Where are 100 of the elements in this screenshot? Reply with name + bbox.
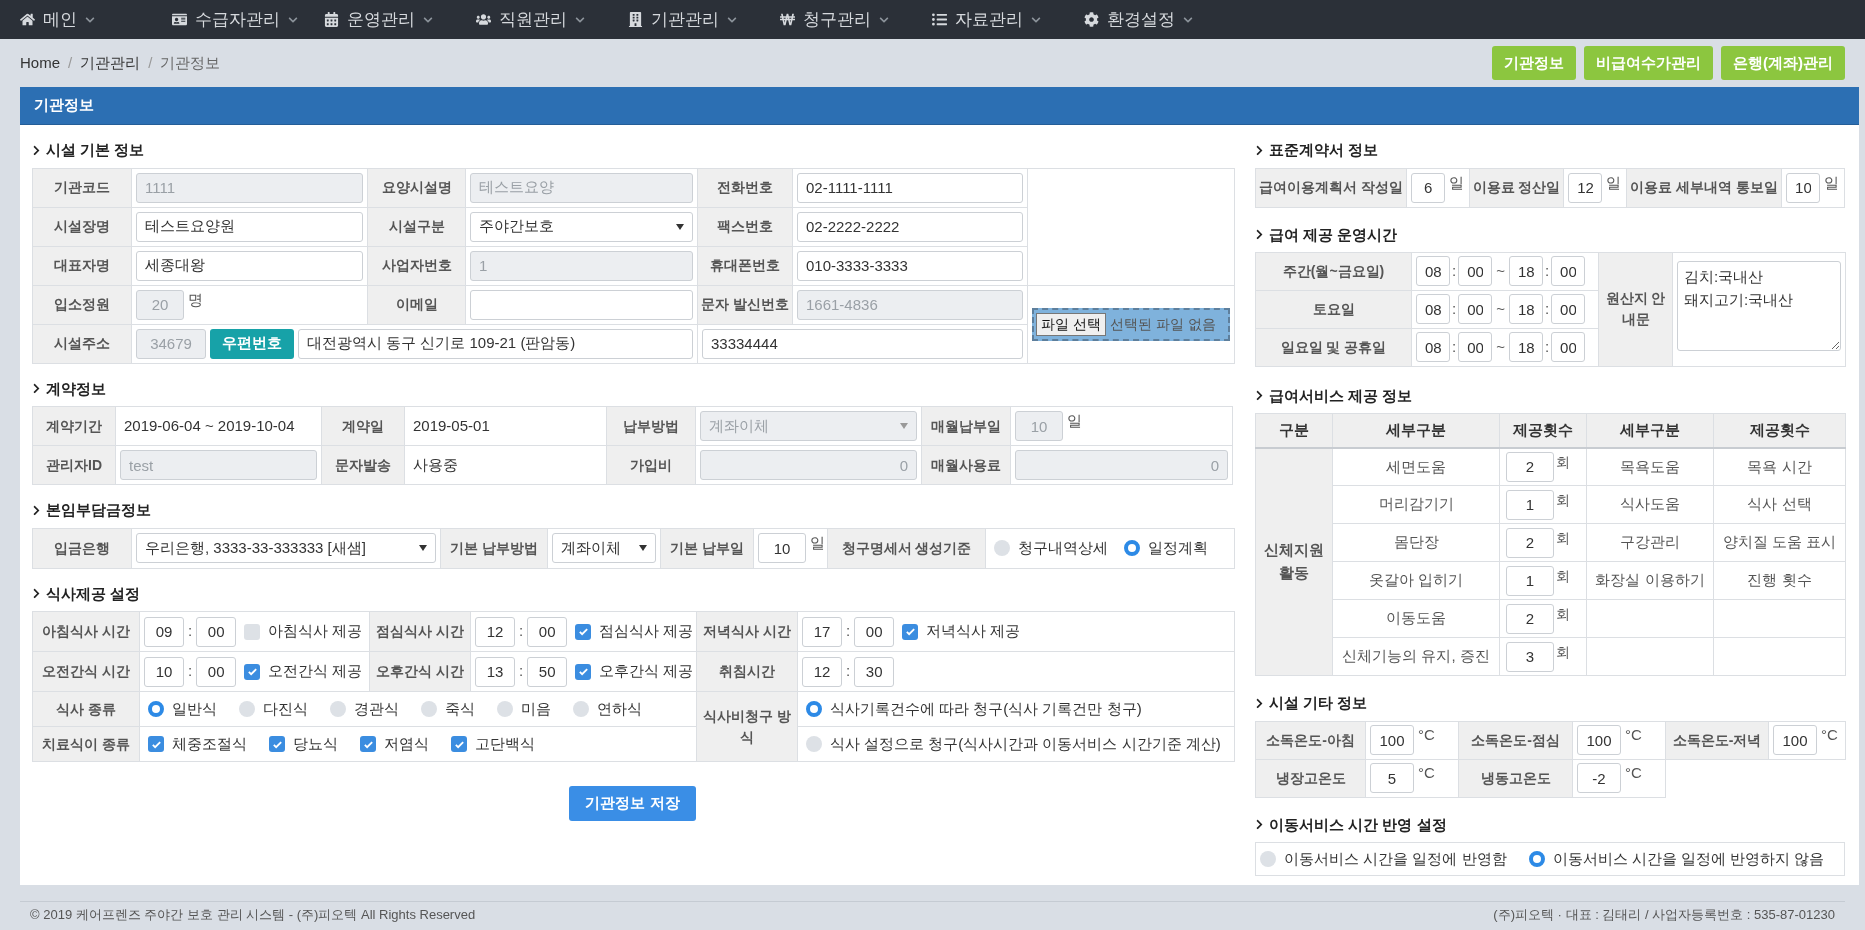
check-icon [577,666,589,677]
breadcrumb-link[interactable]: 기관관리 [80,51,141,75]
checkbox[interactable] [575,663,592,680]
unit-label: 회 [1556,490,1570,510]
text-field[interactable]: 50 [527,656,568,687]
field-label: 토요일 [1255,290,1412,329]
text-field[interactable]: 18 [1508,294,1543,325]
text-field[interactable]: 12 [1568,172,1603,203]
notice-textarea[interactable]: 김치:국내산 돼지고기:국내산 [1677,261,1841,351]
column-header: 세부구분 [1586,413,1714,448]
text-field[interactable]: 30 [854,656,895,687]
text-field[interactable]: 6 [1411,172,1446,203]
text-field[interactable] [470,289,693,320]
checkbox[interactable] [451,736,467,752]
text-field[interactable]: 세종대왕 [136,250,363,281]
text-field[interactable]: 대전광역시 동구 신기로 109-21 (판암동) [298,328,693,359]
text-field[interactable]: 00 [854,616,895,647]
text-field[interactable]: 10 [1786,172,1821,203]
text-field[interactable]: 02-1111-1111 [797,172,1023,203]
text-field[interactable]: 00 [1551,256,1586,287]
chevron-icon [1255,229,1264,241]
text-field[interactable]: 02-2222-2222 [797,211,1023,242]
file-upload-field[interactable]: 파일 선택 선택된 파일 없음 [1032,307,1230,341]
settings-icon [1084,12,1099,27]
text-field[interactable]: -2 [1577,763,1621,793]
nav-menu-item[interactable]: 환경설정 [1084,6,1230,33]
text-field[interactable]: 08 [1416,294,1450,325]
text-field[interactable]: 00 [1458,256,1493,287]
breadcrumb-link[interactable]: Home [20,51,60,75]
radio-button[interactable] [806,736,822,752]
text-field[interactable]: 00 [1551,332,1586,363]
checkbox[interactable] [244,623,261,640]
text-field[interactable]: 18 [1508,256,1543,287]
checkbox[interactable] [360,736,376,752]
field-label: 식사비청구 방식 [696,691,798,762]
field-label: 사업자번호 [367,246,466,285]
text-field[interactable]: 33334444 [702,328,1023,359]
text-field[interactable]: 12 [475,616,515,647]
nav-menu-item[interactable]: 자료관리 [932,6,1078,33]
breadcrumb-link[interactable]: 기관정보 [160,51,221,75]
text-field[interactable]: 00 [1458,294,1493,325]
checkbox[interactable] [269,736,285,752]
text-field[interactable]: 1 [1506,565,1554,596]
table-cell: 옷갈아 입히기 [1332,561,1500,600]
checkbox[interactable] [575,623,592,640]
time-separator: : [846,621,851,642]
text-field[interactable]: 1 [1506,489,1554,520]
text-field[interactable]: 테스트요양원 [136,211,363,242]
text-field[interactable]: 2 [1506,527,1554,558]
field-label: 시설장명 [32,207,132,246]
radio-button[interactable] [1528,851,1545,867]
radio-button[interactable] [994,540,1010,556]
text-field[interactable]: 00 [527,616,568,647]
text-field[interactable]: 13 [475,656,515,687]
text-field[interactable]: 100 [1370,725,1414,755]
text-field[interactable]: 10 [144,656,184,687]
text-field[interactable]: 08 [1416,256,1450,287]
nav-menu-item[interactable]: 청구관리 [780,6,926,33]
text-field[interactable]: 010-3333-3333 [797,250,1023,281]
radio-button[interactable] [806,701,822,717]
file-select-button[interactable]: 파일 선택 [1036,312,1106,336]
checkbox[interactable] [902,623,919,640]
nav-menu-item[interactable]: 수급자관리 [172,6,318,33]
radio-button[interactable] [573,701,589,717]
select-field[interactable]: 우리은행, 3333-33-333333 [새샘] [136,533,436,563]
text-field[interactable]: 2 [1506,451,1554,482]
text-field[interactable]: 09 [144,616,184,647]
radio-button[interactable] [148,701,164,717]
nav-menu-item[interactable]: 운영관리 [324,6,470,33]
nav-menu-item[interactable]: 직원관리 [476,6,622,33]
text-field[interactable]: 00 [1551,294,1586,325]
chevron-icon [1255,390,1264,402]
radio-button[interactable] [1124,540,1140,556]
nav-menu-item[interactable]: 기관관리 [628,6,774,33]
radio-button[interactable] [497,701,513,717]
text-field[interactable]: 17 [802,616,842,647]
text-field[interactable]: 12 [802,656,842,687]
field-label: 냉동고온도 [1458,759,1573,797]
radio-button[interactable] [239,701,255,717]
radio-button[interactable] [421,701,437,717]
text-field[interactable]: 18 [1508,332,1543,363]
text-field[interactable]: 3 [1506,641,1554,672]
select-field[interactable]: 계좌이체 [552,533,656,563]
text-field[interactable]: 00 [1458,332,1493,363]
time-separator: : [846,661,851,682]
nav-menu-item[interactable]: 메인 [20,6,166,33]
text-field[interactable]: 00 [196,616,237,647]
radio-button[interactable] [330,701,346,717]
table-cell: 신체기능의 유지, 증진 [1332,637,1500,676]
checkbox[interactable] [244,663,261,680]
text-field[interactable]: 100 [1577,725,1621,755]
text-field[interactable]: 5 [1370,763,1414,793]
text-field[interactable]: 08 [1416,332,1450,363]
text-field[interactable]: 100 [1773,725,1817,755]
text-field[interactable]: 2 [1506,603,1554,634]
text-field[interactable]: 00 [196,656,237,687]
select-field[interactable]: 주야간보호 [470,211,693,242]
radio-button[interactable] [1260,851,1276,867]
text-field[interactable]: 10 [758,533,806,563]
checkbox[interactable] [148,736,164,752]
